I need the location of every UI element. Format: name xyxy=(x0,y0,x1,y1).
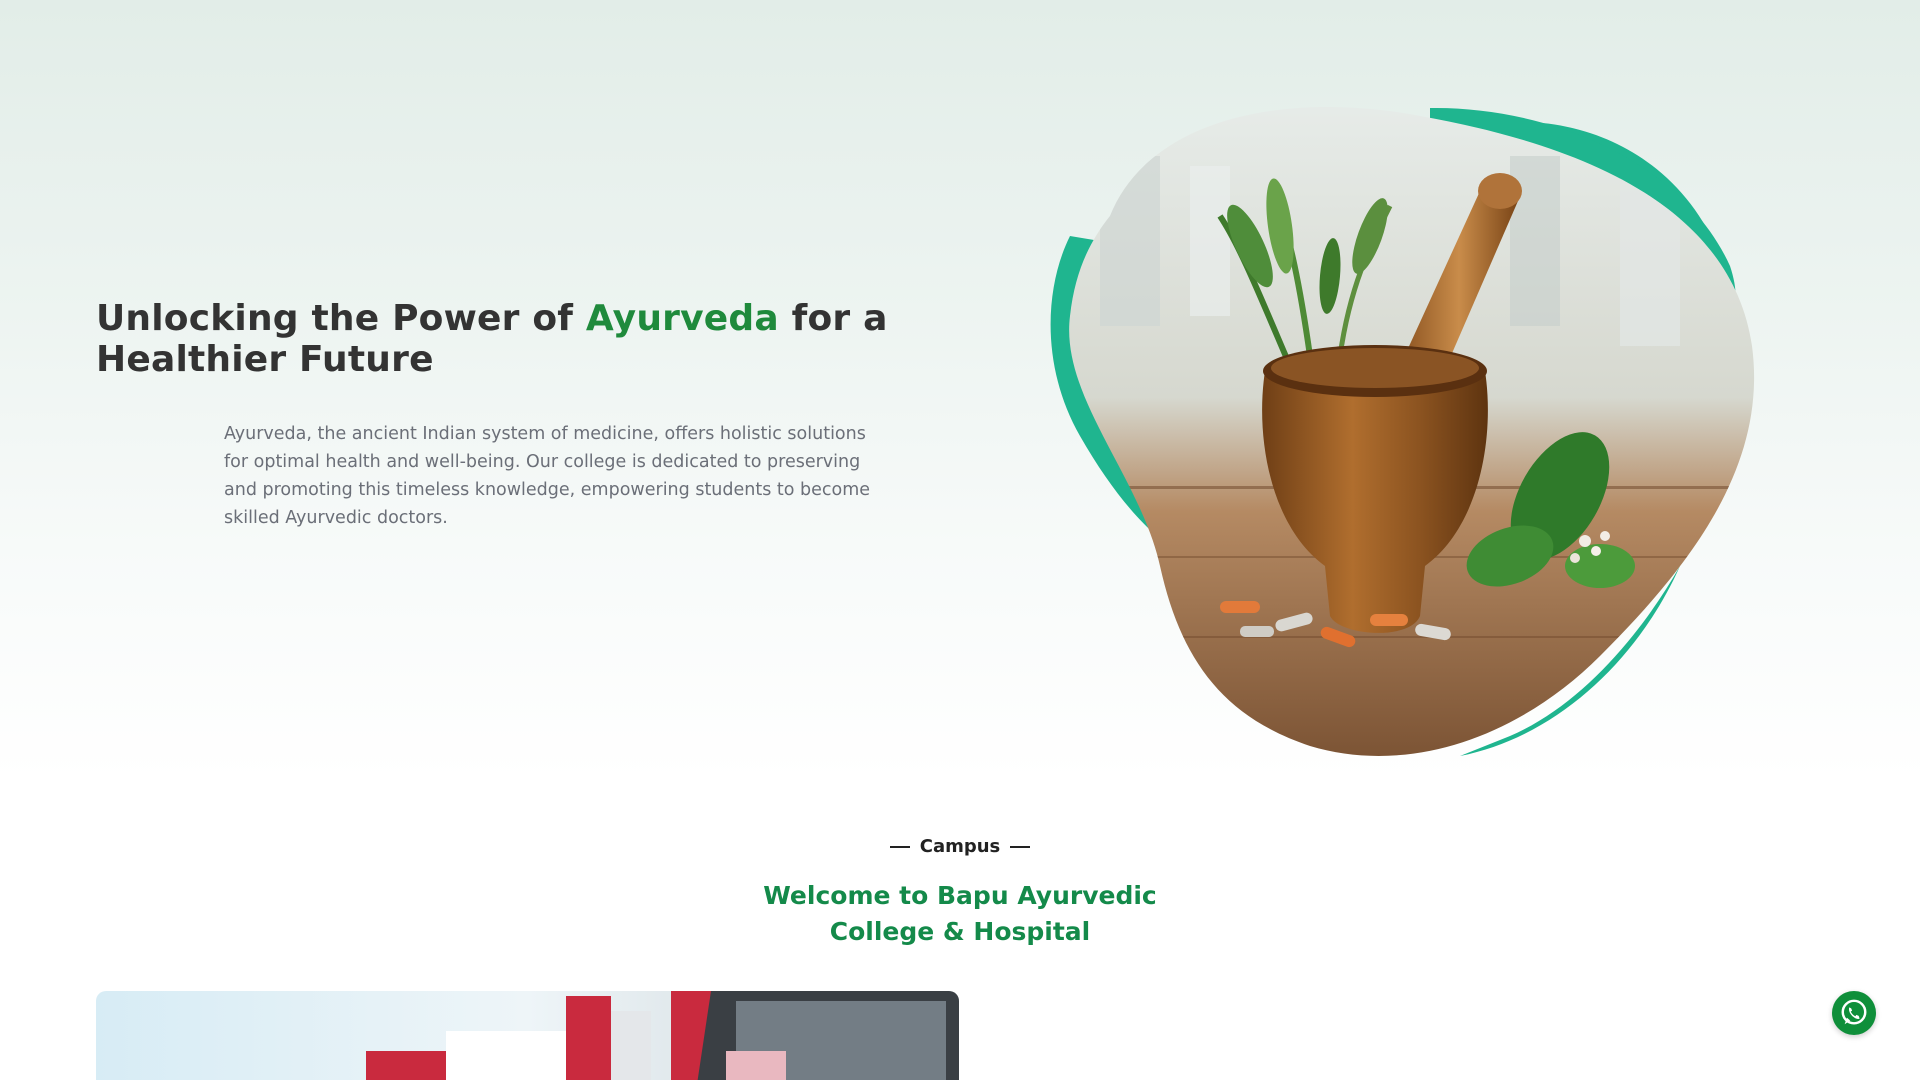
campus-heading: Welcome to Bapu Ayurvedic College & Hosp… xyxy=(760,878,1160,950)
hero-title-part1: Unlocking the Power of xyxy=(96,298,586,339)
hero-section: Unlocking the Power of Ayurveda for a He… xyxy=(0,0,1920,780)
campus-heading-line1: Welcome to Bapu Ayurvedic xyxy=(763,881,1157,910)
hero-title-accent: Ayurveda xyxy=(585,298,779,339)
campus-heading-line2: College & Hospital xyxy=(829,917,1091,946)
whatsapp-icon xyxy=(1841,999,1867,1025)
mortar-pestle-herbs-image xyxy=(1040,96,1760,766)
label-dash-right xyxy=(1010,846,1031,848)
campus-section-label: Campus xyxy=(0,836,1920,857)
label-dash-left xyxy=(889,846,910,848)
whatsapp-button[interactable] xyxy=(1832,991,1876,1035)
campus-building-image xyxy=(96,991,959,1080)
hero-description: Ayurveda, the ancient Indian system of m… xyxy=(224,424,871,528)
campus-label-text: Campus xyxy=(919,836,1001,857)
hero-title: Unlocking the Power of Ayurveda for a He… xyxy=(96,298,996,380)
